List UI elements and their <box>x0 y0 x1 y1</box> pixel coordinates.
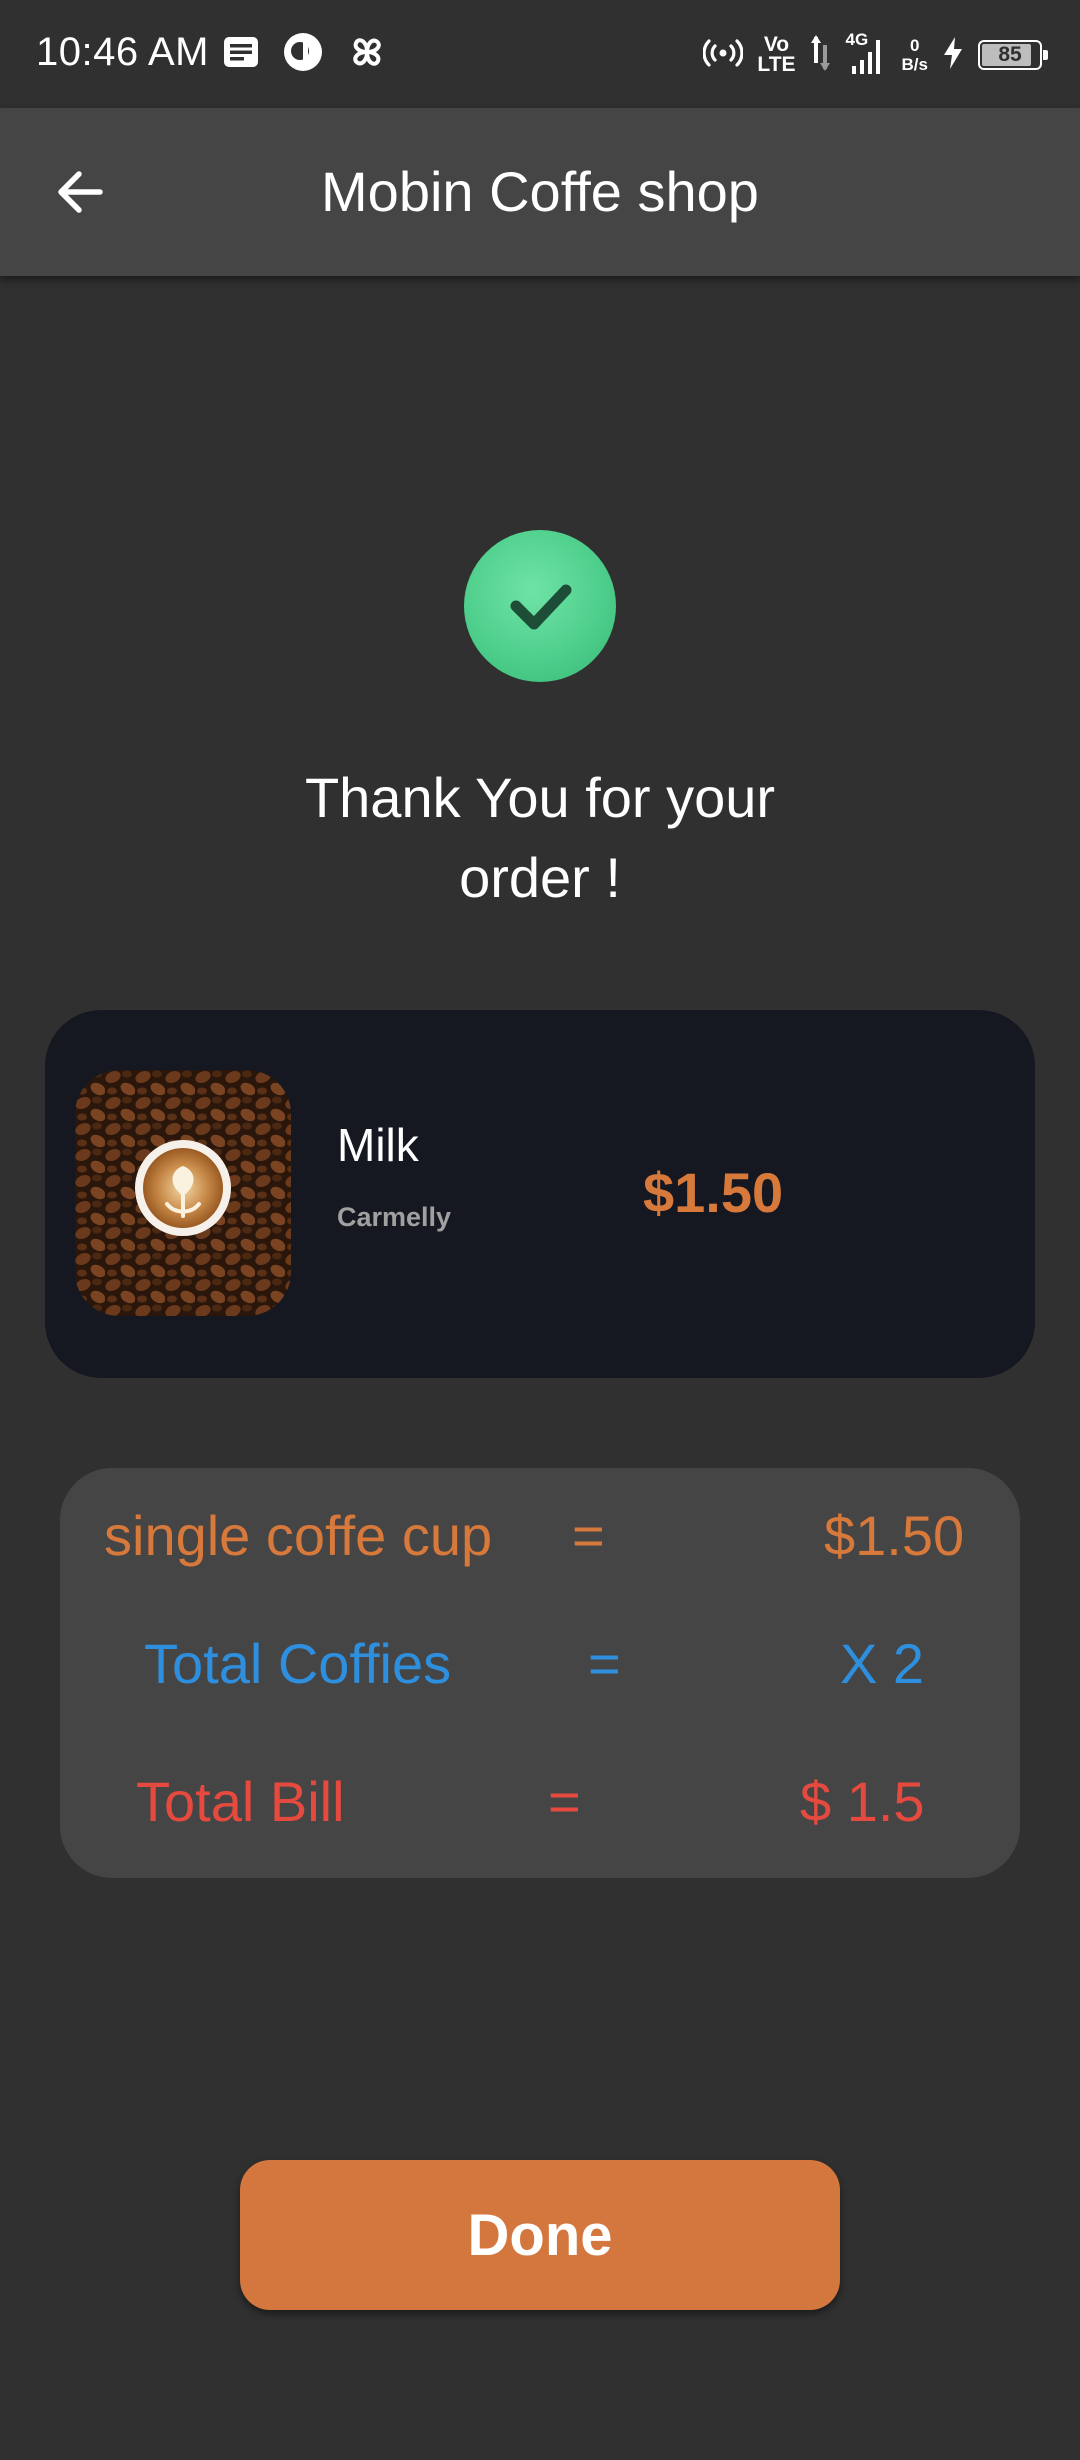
product-subtitle: Carmelly <box>337 1202 452 1232</box>
order-confirmation-screen: 10:46 AM Vo LTE 4G 0 B/s 85 Mobin Coffe … <box>0 0 1080 2460</box>
single-cup-label: single coffe cup <box>104 1504 493 1567</box>
charging-icon <box>942 36 964 75</box>
total-coffees-value: X 2 <box>840 1632 925 1695</box>
volte-indicator: Vo LTE <box>757 33 796 76</box>
page-title: Mobin Coffe shop <box>321 160 759 223</box>
total-bill-label: Total Bill <box>136 1770 345 1833</box>
notification-icon <box>222 35 260 74</box>
signal-icon: 4G <box>846 30 888 78</box>
battery-level: 85 <box>998 43 1022 66</box>
check-icon <box>510 584 572 630</box>
done-button[interactable]: Done <box>240 2160 840 2310</box>
total-bill-equals: = <box>548 1770 581 1833</box>
total-coffees-equals: = <box>588 1632 621 1695</box>
hotspot-icon <box>702 37 744 74</box>
app-bar: Mobin Coffe shop <box>0 108 1080 276</box>
status-time: 10:46 AM <box>36 30 210 74</box>
bill-summary-card: single coffe cup = $1.50 Total Coffies =… <box>60 1468 1020 1878</box>
thank-you-message: Thank You for your order ! <box>304 766 776 909</box>
status-bar: 10:46 AM Vo LTE 4G 0 B/s 85 <box>0 0 1080 108</box>
single-cup-equals: = <box>572 1504 605 1567</box>
success-check <box>464 530 616 682</box>
total-bill-value: $ 1.5 <box>800 1770 925 1833</box>
battery-icon: 85 <box>978 40 1048 70</box>
order-item-card: Milk Carmelly $1.50 <box>45 1010 1035 1378</box>
pinwheel-icon <box>346 31 388 78</box>
product-price: $1.50 <box>643 1161 784 1224</box>
coffee-latte-image <box>75 1070 291 1316</box>
app-icon <box>282 31 324 78</box>
single-cup-value: $1.50 <box>824 1504 965 1567</box>
network-speed: 0 B/s <box>901 36 928 74</box>
data-transfer-icon <box>810 33 832 78</box>
total-coffees-label: Total Coffies <box>144 1632 452 1695</box>
product-name: Milk <box>337 1119 419 1171</box>
